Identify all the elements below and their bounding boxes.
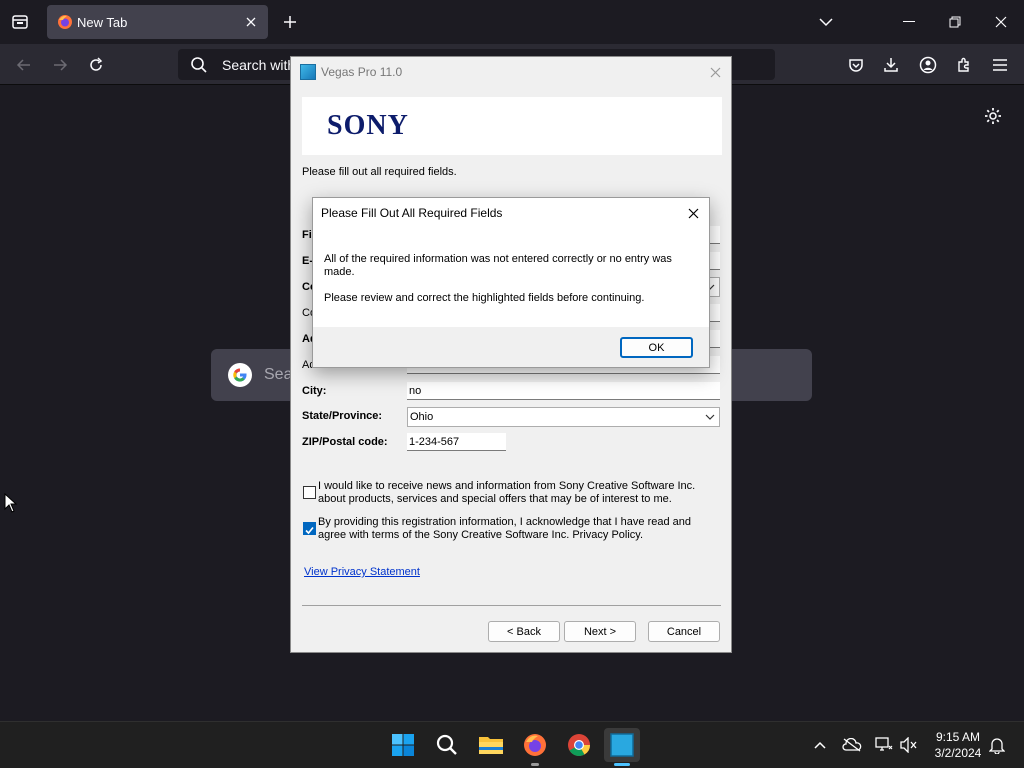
forward-arrow-icon[interactable] [47,52,73,78]
vegas-close-icon[interactable] [705,62,725,82]
window-close-icon[interactable] [978,6,1024,38]
required-fields-alert-dialog: Please Fill Out All Required Fields All … [312,197,710,368]
clock-time: 9:15 AM [935,730,981,744]
vegas-app-icon [300,64,316,80]
news-checkbox-label: I would like to receive news and informa… [318,480,696,505]
privacy-statement-link[interactable]: View Privacy Statement [304,566,420,578]
checkmark-icon [305,526,314,535]
url-bar-placeholder: Search with [222,57,296,73]
search-icon[interactable] [432,730,462,760]
alert-footer: OK [313,327,709,367]
reload-icon[interactable] [83,52,109,78]
tab-title: New Tab [77,15,128,30]
zip-label: ZIP/Postal code: [302,436,388,448]
news-checkbox[interactable] [303,486,316,499]
cancel-button[interactable]: Cancel [648,621,720,642]
hamburger-menu-icon[interactable] [987,52,1013,78]
zip-input[interactable]: 1-234-567 [407,433,506,451]
city-input[interactable]: no [407,382,720,400]
firefox-view-icon[interactable] [8,10,32,34]
vegas-window-title: Vegas Pro 11.0 [321,65,403,79]
windows-start-icon[interactable] [388,730,418,760]
downloads-icon[interactable] [878,52,904,78]
chevron-down-icon[interactable] [814,10,838,34]
vegas-title-bar[interactable]: Vegas Pro 11.0 [291,57,731,87]
state-label: State/Province: [302,410,383,422]
google-icon [227,362,253,388]
clock-date: 3/2/2024 [934,746,982,760]
vegas-taskbar-icon[interactable] [604,728,640,762]
restore-icon[interactable] [932,6,978,38]
windows-taskbar: 9:15 AM 3/2/2024 [0,721,1024,768]
onedrive-offline-icon[interactable] [842,735,862,755]
alert-message-line-1: All of the required information was not … [324,253,672,278]
mouse-pointer-icon [4,492,18,513]
vegas-active-indicator [614,763,630,766]
gear-icon[interactable] [982,105,1004,127]
ok-button[interactable]: OK [620,337,693,358]
system-clock[interactable]: 9:15 AM 3/2/2024 [928,729,988,761]
divider [302,605,721,606]
tab-close-icon[interactable] [242,13,260,31]
notification-bell-icon[interactable] [987,735,1007,755]
chevron-down-icon [705,414,715,420]
account-icon[interactable] [915,52,941,78]
search-icon [190,56,208,74]
file-explorer-icon[interactable] [476,730,506,760]
pocket-icon[interactable] [843,52,869,78]
agree-checkbox-label: By providing this registration informati… [318,516,691,541]
network-icon[interactable] [874,735,894,755]
alert-close-icon[interactable] [683,203,703,223]
instructions-text: Please fill out all required fields. [302,166,457,178]
new-tab-plus-icon[interactable] [278,10,302,34]
firefox-icon[interactable] [520,730,550,760]
state-select[interactable]: Ohio [407,407,720,427]
next-button[interactable]: Next > [564,621,636,642]
browser-tab-new-tab[interactable]: New Tab [47,5,268,39]
sony-logo: SONY [327,110,409,141]
volume-muted-icon[interactable] [899,735,919,755]
first-name-label: Fi [302,229,312,241]
chevron-up-icon[interactable] [810,735,830,755]
sony-banner: SONY [302,97,722,155]
browser-tab-bar: New Tab [0,0,1024,44]
alert-message-line-2: Please review and correct the highlighte… [324,292,645,304]
alert-message: All of the required information was not … [324,253,696,318]
firefox-favicon-icon [57,14,73,30]
back-button[interactable]: < Back [488,621,560,642]
chrome-icon[interactable] [564,730,594,760]
minimize-icon[interactable] [886,6,932,38]
alert-title: Please Fill Out All Required Fields [321,206,503,220]
state-selected-value: Ohio [410,411,434,423]
newtab-search-placeholder: Sea [264,366,293,383]
firefox-running-indicator [531,763,539,766]
agree-checkbox[interactable] [303,522,316,535]
extensions-icon[interactable] [951,52,977,78]
back-arrow-icon[interactable] [11,52,37,78]
city-label: City: [302,385,327,397]
